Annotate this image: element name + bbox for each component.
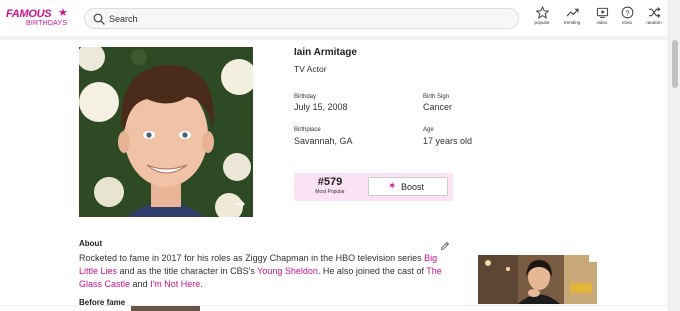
logo-famous-text: FAMOUS	[6, 8, 52, 20]
birth-sign-value[interactable]: Cancer	[423, 102, 452, 112]
search-input[interactable]	[109, 11, 509, 26]
birthday-label: Birthday	[294, 94, 317, 100]
video-icon	[596, 7, 608, 18]
about-heading: About	[79, 239, 103, 248]
boost-button[interactable]: ✶ Boost	[368, 177, 448, 196]
site-logo[interactable]: FAMOUS ★ BIRTHDAYS	[6, 7, 76, 29]
nav-popular[interactable]: popular	[529, 6, 555, 30]
question-icon: ?	[621, 6, 633, 19]
age-value[interactable]: 17 years old	[423, 136, 472, 146]
nav-trending[interactable]: trending	[559, 6, 585, 30]
advertisement-image[interactable]	[478, 255, 597, 304]
nav-random[interactable]: random	[641, 6, 667, 30]
edit-pencil-icon[interactable]	[440, 241, 450, 251]
boost-star-icon: ✶	[388, 181, 397, 192]
about-paragraph: Rocketed to fame in 2017 for his roles a…	[79, 252, 454, 290]
celebrity-name: Iain Armitage	[294, 47, 357, 58]
shuffle-icon	[648, 7, 661, 18]
birthplace-label: Birthplace	[294, 127, 321, 133]
birthplace-value[interactable]: Savannah, GA	[294, 136, 353, 146]
site-header: FAMOUS ★ BIRTHDAYS popular trending vide…	[0, 0, 668, 36]
boost-label: Boost	[401, 182, 425, 192]
celebrity-profession[interactable]: TV Actor	[294, 64, 327, 74]
about-text-part: and	[130, 278, 151, 289]
svg-text:?: ?	[625, 8, 629, 17]
page-scrollbar[interactable]	[668, 0, 680, 311]
about-text-part: . He also joined the cast of	[317, 265, 427, 276]
rank-label: Most Popular	[315, 189, 345, 195]
link-young-sheldon[interactable]: Young Sheldon	[257, 266, 318, 276]
about-text-part: and as the title character in CBS's	[117, 265, 258, 276]
profile-photo-image	[79, 47, 253, 217]
search-icon	[93, 13, 105, 25]
nav-video[interactable]: video	[589, 6, 615, 30]
content-divider	[0, 305, 668, 306]
popularity-rank-box: #579 Most Popular ✶ Boost	[294, 173, 453, 201]
search-bar[interactable]	[84, 8, 519, 29]
rank-number: #579	[317, 176, 343, 188]
logo-star-icon: ★	[58, 7, 68, 19]
ad-choices-icon[interactable]	[589, 255, 597, 262]
trending-icon	[566, 8, 579, 17]
nav-trivia-label: trivia	[622, 20, 632, 25]
scrollbar-thumb[interactable]	[672, 40, 678, 88]
age-label: Age	[423, 127, 434, 133]
profile-photo[interactable]	[79, 47, 253, 217]
nav-popular-label: popular	[534, 20, 550, 25]
birth-sign-label: Birth Sign	[423, 94, 450, 100]
star-icon	[535, 6, 549, 19]
birthday-value[interactable]: July 15, 2008	[294, 102, 348, 112]
arrow-right-icon[interactable]	[233, 197, 247, 211]
ad-photo	[478, 255, 597, 304]
header-shadow	[0, 36, 668, 40]
about-text-part: .	[200, 278, 203, 289]
about-text-part: Rocketed to fame in 2017 for his roles a…	[79, 253, 425, 263]
nav-video-label: video	[596, 20, 608, 25]
logo-birthdays-text: BIRTHDAYS	[26, 20, 68, 27]
nav-trivia[interactable]: ? trivia	[614, 6, 640, 30]
nav-random-label: random	[646, 20, 662, 25]
nav-trending-label: trending	[563, 20, 581, 25]
link-im-not-here[interactable]: I'm Not Here	[150, 279, 200, 289]
